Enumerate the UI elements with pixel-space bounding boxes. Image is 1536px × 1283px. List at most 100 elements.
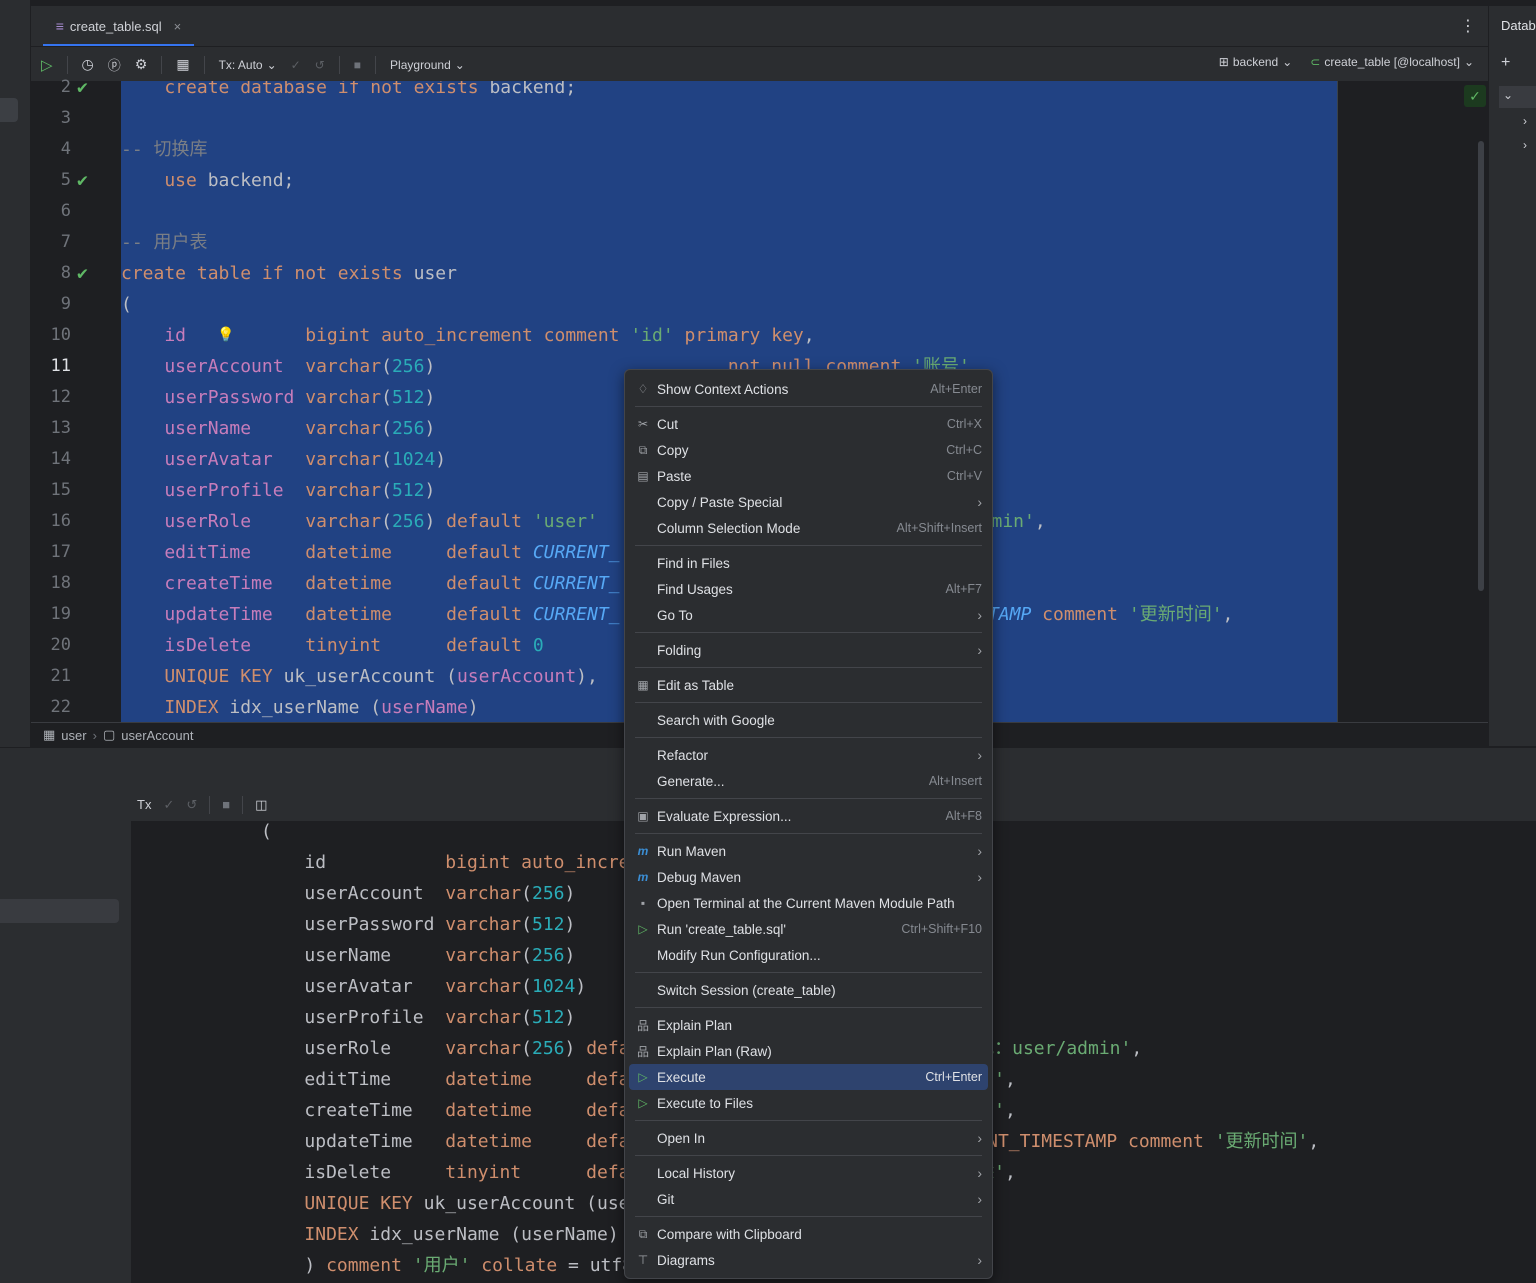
menu-execute-to-files[interactable]: ▷ Execute to Files xyxy=(629,1090,988,1116)
code-token: uk_userAccount (user xyxy=(423,1193,641,1214)
menu-run-file[interactable]: ▷ Run 'create_table.sql' Ctrl+Shift+F10 xyxy=(629,916,988,942)
menu-paste[interactable]: ▤ Paste Ctrl+V xyxy=(629,463,988,489)
code-token: ( xyxy=(121,294,132,315)
line-number: 18 xyxy=(50,573,71,593)
terminal-icon: ▪ xyxy=(640,896,646,910)
playground-dropdown[interactable]: Playground ⌄ xyxy=(390,58,465,72)
tab-create-table[interactable]: ≡ create_table.sql × xyxy=(43,6,194,47)
menu-switch-session[interactable]: Switch Session (create_table) xyxy=(629,977,988,1003)
menu-item-shortcut: Ctrl+V xyxy=(946,469,982,483)
code-token: varchar xyxy=(305,449,382,470)
editor-tab-bar: ≡ create_table.sql × ⋮ xyxy=(31,6,1488,47)
menu-compare-clipboard[interactable]: ⧉ Compare with Clipboard xyxy=(629,1221,988,1247)
menu-copy[interactable]: ⧉ Copy Ctrl+C xyxy=(629,437,988,463)
code-token: 512 xyxy=(531,914,565,935)
database-panel-title[interactable]: Datab xyxy=(1501,18,1536,33)
menu-explain-plan-raw[interactable]: 品 Explain Plan (Raw) xyxy=(629,1038,988,1064)
menu-evaluate-expression[interactable]: ▣ Evaluate Expression... Alt+F8 xyxy=(629,803,988,829)
menu-item-label: Debug Maven xyxy=(657,869,742,885)
menu-item-label: Column Selection Mode xyxy=(657,520,801,536)
menu-edit-as-table[interactable]: ▦ Edit as Table xyxy=(629,672,988,698)
code-line: -- 切换库 xyxy=(121,134,208,165)
editor-scrollbar[interactable] xyxy=(1478,141,1484,591)
menu-find-in-files[interactable]: Find in Files xyxy=(629,550,988,576)
menu-cut[interactable]: ✂ Cut Ctrl+X xyxy=(629,411,988,437)
line-number: 11 xyxy=(50,356,71,376)
code-token: create table if not exists xyxy=(121,263,414,284)
inspection-ok-icon[interactable]: ✓ xyxy=(1464,85,1486,107)
line-number: 19 xyxy=(50,604,71,624)
close-icon[interactable]: × xyxy=(174,19,182,34)
menu-copy-paste-special[interactable]: Copy / Paste Special › xyxy=(629,489,988,515)
menu-column-selection[interactable]: Column Selection Mode Alt+Shift+Insert xyxy=(629,515,988,541)
menu-execute[interactable]: ▷ Execute Ctrl+Enter xyxy=(629,1064,988,1090)
commit-icon[interactable]: ✓ xyxy=(163,797,174,813)
rollback-icon[interactable]: ↺ xyxy=(315,58,325,72)
menu-open-terminal[interactable]: ▪ Open Terminal at the Current Maven Modu… xyxy=(629,890,988,916)
menu-open-in[interactable]: Open In › xyxy=(629,1125,988,1151)
rollback-icon[interactable]: ↺ xyxy=(186,797,197,813)
stop-icon[interactable]: ■ xyxy=(354,58,361,72)
tree-node-selected[interactable]: ⌄ xyxy=(1499,86,1536,108)
code-token: ) xyxy=(424,480,436,501)
code-token: 512 xyxy=(391,387,425,408)
menu-item-shortcut: Ctrl+Enter xyxy=(925,1070,982,1084)
commit-icon[interactable]: ✓ xyxy=(291,58,301,72)
add-icon[interactable]: + xyxy=(1501,54,1510,72)
code-token: backend; xyxy=(489,81,577,98)
menu-diagrams[interactable]: ⊤ Diagrams › xyxy=(629,1247,988,1273)
services-tree-selection[interactable] xyxy=(0,899,119,923)
code-token: ( xyxy=(521,1038,532,1059)
pin-icon[interactable]: ⓟ xyxy=(108,55,121,74)
stop-icon[interactable]: ■ xyxy=(222,797,230,812)
code-token: ( xyxy=(521,976,532,997)
menu-search-google[interactable]: Search with Google xyxy=(629,707,988,733)
menu-explain-plan[interactable]: 品 Explain Plan xyxy=(629,1012,988,1038)
menu-git[interactable]: Git › xyxy=(629,1186,988,1212)
menu-run-maven[interactable]: m Run Maven › xyxy=(629,838,988,864)
tx-label[interactable]: Tx xyxy=(137,797,151,812)
menu-item-label: Edit as Table xyxy=(657,677,735,693)
playground-label: Playground xyxy=(390,57,451,72)
more-options-icon[interactable]: ⋮ xyxy=(1460,16,1476,36)
breadcrumb-table[interactable]: user xyxy=(61,728,86,743)
chevron-right-icon[interactable]: › xyxy=(1523,138,1527,152)
code-token: 'id' xyxy=(630,325,674,346)
menu-folding[interactable]: Folding › xyxy=(629,637,988,663)
code-token: 512 xyxy=(391,480,425,501)
code-token: isDelete xyxy=(121,635,306,656)
menu-separator xyxy=(635,1007,982,1008)
menu-refactor[interactable]: Refactor › xyxy=(629,742,988,768)
menu-modify-run-config[interactable]: Modify Run Configuration... xyxy=(629,942,988,968)
tx-mode-dropdown[interactable]: Tx: Auto ⌄ xyxy=(219,58,277,72)
code-token: createTime xyxy=(131,1100,446,1121)
menu-generate[interactable]: Generate... Alt+Insert xyxy=(629,768,988,794)
code-token: createTime xyxy=(121,573,306,594)
chevron-right-icon: › xyxy=(92,727,97,743)
code-line: -- 用户表 xyxy=(121,227,208,258)
menu-find-usages[interactable]: Find Usages Alt+F7 xyxy=(629,576,988,602)
menu-debug-maven[interactable]: m Debug Maven › xyxy=(629,864,988,890)
code-token: userRole xyxy=(131,1038,446,1059)
code-token: editTime xyxy=(131,1069,446,1090)
context-menu: ♢ Show Context Actions Alt+Enter ✂ Cut Ctrl+X… xyxy=(624,369,993,1279)
chevron-right-icon[interactable]: › xyxy=(1523,114,1527,128)
tab-label: create_table.sql xyxy=(69,18,162,34)
code-token: ) xyxy=(564,1038,587,1059)
history-icon[interactable]: ◷ xyxy=(82,56,94,73)
run-icon[interactable]: ▷ xyxy=(41,56,53,74)
menu-show-context-actions[interactable]: ♢ Show Context Actions Alt+Enter xyxy=(629,376,988,402)
submenu-arrow-icon: › xyxy=(977,1191,982,1207)
breadcrumb-column[interactable]: userAccount xyxy=(121,728,193,743)
code-token: ( xyxy=(381,511,392,532)
output-line: ( xyxy=(131,822,272,847)
menu-local-history[interactable]: Local History › xyxy=(629,1160,988,1186)
menu-item-label: Search with Google xyxy=(657,712,775,728)
grid-icon[interactable]: ▦ xyxy=(176,56,189,73)
gear-icon[interactable]: ⚙ xyxy=(135,56,148,73)
project-tree-selection[interactable] xyxy=(0,98,18,122)
session-dropdown[interactable]: ⊂ create_table [@localhost] ⌄ xyxy=(1310,55,1474,69)
layout-icon[interactable]: ◫ xyxy=(255,797,267,813)
schema-dropdown[interactable]: ⊞ backend ⌄ xyxy=(1219,55,1293,69)
menu-go-to[interactable]: Go To › xyxy=(629,602,988,628)
